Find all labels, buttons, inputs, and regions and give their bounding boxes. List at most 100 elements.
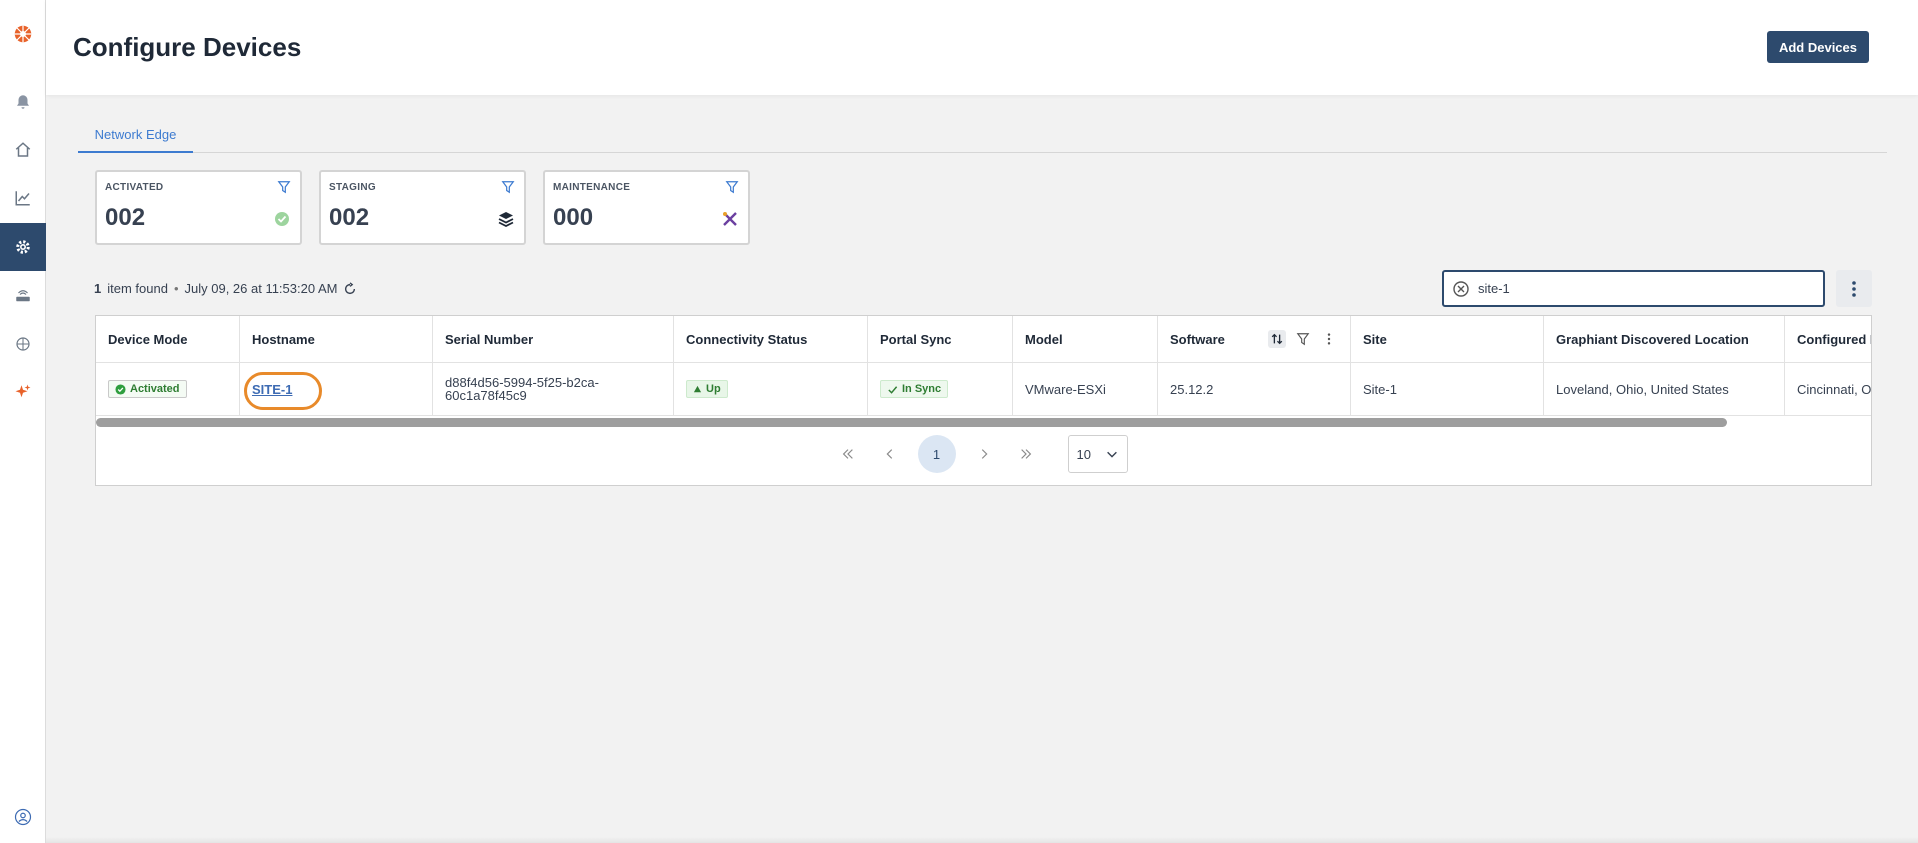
home-icon <box>15 142 31 157</box>
sparkle-icon <box>15 384 31 398</box>
results-count: 1 <box>94 281 102 296</box>
line-chart-icon <box>15 191 30 206</box>
horizontal-scrollbar[interactable] <box>96 418 1727 427</box>
chevron-right-icon <box>981 449 987 459</box>
cell-model: VMware-ESXi <box>1013 363 1158 415</box>
cell-connectivity: Up <box>674 363 868 415</box>
card-value: 000 <box>553 204 594 231</box>
filter-icon[interactable] <box>501 180 515 194</box>
refresh-icon[interactable] <box>343 281 357 296</box>
column-header-software[interactable]: Software <box>1158 316 1351 362</box>
chevron-down-icon <box>1107 451 1117 458</box>
card-label: STAGING <box>329 182 376 193</box>
badge-label: Up <box>706 383 721 395</box>
filter-icon <box>1296 333 1310 346</box>
cell-device-mode: Activated <box>96 363 240 415</box>
stat-card-maintenance[interactable]: MAINTENANCE 000 <box>543 170 750 245</box>
column-header-serial-number[interactable]: Serial Number <box>433 316 674 362</box>
page-header: Configure Devices Add Devices <box>46 0 1918 95</box>
page-button-current[interactable]: 1 <box>917 435 956 473</box>
tools-icon <box>723 212 737 226</box>
sidebar-item-network[interactable] <box>0 320 46 368</box>
user-icon <box>14 808 32 826</box>
column-header-discovered-location[interactable]: Graphiant Discovered Location <box>1544 316 1785 362</box>
table-row[interactable]: Activated SITE-1 d88f4d56-5994-5f25-b2ca… <box>96 363 1871 416</box>
check-icon <box>888 385 898 394</box>
page-size-value: 10 <box>1076 446 1091 462</box>
sidebar-item-notifications[interactable] <box>0 78 46 126</box>
tab-network-edge[interactable]: Network Edge <box>78 118 193 153</box>
results-summary: 1 item found • July 09, 26 at 11:53:20 A… <box>94 281 357 296</box>
column-header-site[interactable]: Site <box>1351 316 1544 362</box>
cell-discovered-location: Loveland, Ohio, United States <box>1544 363 1785 415</box>
double-chevron-right-icon <box>1020 449 1031 459</box>
page-size-select[interactable]: 10 <box>1067 435 1128 473</box>
last-page-button[interactable] <box>1012 440 1040 468</box>
app-logo[interactable] <box>0 10 46 58</box>
cell-hostname: SITE-1 <box>240 363 433 415</box>
card-label: MAINTENANCE <box>553 182 631 193</box>
check-circle-icon <box>275 212 289 226</box>
stat-card-staging[interactable]: STAGING 002 <box>319 170 526 245</box>
card-value: 002 <box>105 204 146 231</box>
devices-table: Device Mode Hostname Serial Number Conne… <box>95 315 1872 486</box>
results-separator: • <box>173 281 179 296</box>
sidebar-item-ai-assistant[interactable] <box>0 368 46 416</box>
sidebar-item-configure[interactable] <box>0 223 46 271</box>
column-filter-button[interactable] <box>1294 330 1312 348</box>
hostname-link[interactable]: SITE-1 <box>244 371 322 410</box>
table-header: Device Mode Hostname Serial Number Conne… <box>96 316 1871 363</box>
router-icon <box>16 290 30 302</box>
sync-badge: In Sync <box>880 380 949 398</box>
footer-shadow <box>46 837 1918 843</box>
logo-icon <box>14 25 32 43</box>
stat-card-activated[interactable]: ACTIVATED 002 <box>95 170 302 245</box>
column-header-model[interactable]: Model <box>1013 316 1158 362</box>
card-label: ACTIVATED <box>105 182 164 193</box>
next-page-button[interactable] <box>970 440 998 468</box>
sort-button[interactable] <box>1268 330 1286 348</box>
column-header-portal-sync[interactable]: Portal Sync <box>868 316 1013 362</box>
more-options-button[interactable] <box>1836 270 1872 307</box>
gear-icon <box>16 240 30 254</box>
kebab-menu-icon <box>1852 280 1856 297</box>
check-circle-icon <box>115 383 126 395</box>
chevron-left-icon <box>886 449 892 459</box>
prev-page-button[interactable] <box>876 440 904 468</box>
cell-portal-sync: In Sync <box>868 363 1013 415</box>
sidebar-item-devices[interactable] <box>0 272 46 320</box>
filter-icon[interactable] <box>277 180 291 194</box>
add-devices-button[interactable]: Add Devices <box>1767 31 1869 63</box>
results-suffix: item found <box>107 281 168 296</box>
card-value: 002 <box>329 204 370 231</box>
sidebar-item-home[interactable] <box>0 126 46 174</box>
connectivity-badge: Up <box>686 380 728 398</box>
first-page-button[interactable] <box>834 440 862 468</box>
column-header-software-label: Software <box>1170 331 1225 347</box>
column-tools <box>1268 330 1338 348</box>
pagination: 1 10 <box>96 434 1871 474</box>
page-title: Configure Devices <box>73 32 302 62</box>
bell-icon <box>17 95 29 109</box>
clear-search-icon[interactable] <box>1452 280 1470 298</box>
cell-configured-location: Cincinnati, O <box>1785 363 1871 415</box>
sidebar-item-analytics[interactable] <box>0 174 46 222</box>
sidebar <box>0 0 46 843</box>
sort-icon <box>1271 333 1283 345</box>
highlight-ring <box>244 371 322 410</box>
column-header-device-mode[interactable]: Device Mode <box>96 316 240 362</box>
search-box <box>1442 270 1825 307</box>
cell-site: Site-1 <box>1351 363 1544 415</box>
badge-label: Activated <box>130 383 180 395</box>
column-header-hostname[interactable]: Hostname <box>240 316 433 362</box>
double-chevron-left-icon <box>842 449 853 459</box>
column-header-connectivity-status[interactable]: Connectivity Status <box>674 316 868 362</box>
sidebar-item-profile[interactable] <box>0 793 46 841</box>
network-icon <box>16 337 30 351</box>
status-badge: Activated <box>108 380 187 398</box>
cell-software: 25.12.2 <box>1158 363 1351 415</box>
column-menu-button[interactable] <box>1320 330 1338 348</box>
filter-icon[interactable] <box>725 180 739 194</box>
search-input[interactable] <box>1478 281 1808 296</box>
column-header-configured-location[interactable]: Configured L <box>1785 316 1871 362</box>
